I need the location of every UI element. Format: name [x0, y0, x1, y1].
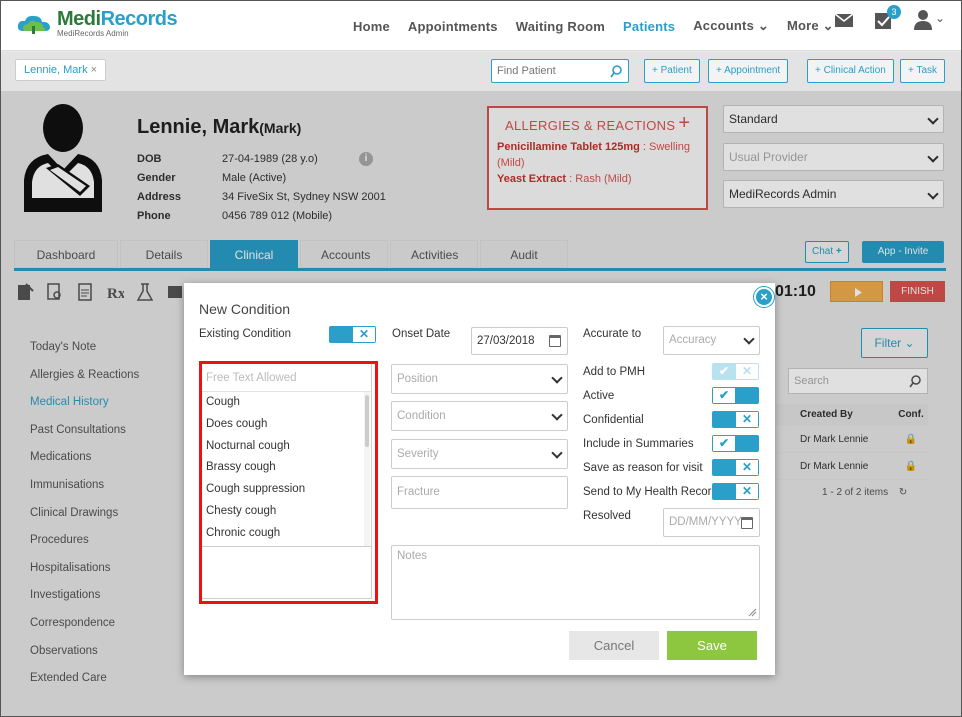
- window-frame: [0, 0, 962, 717]
